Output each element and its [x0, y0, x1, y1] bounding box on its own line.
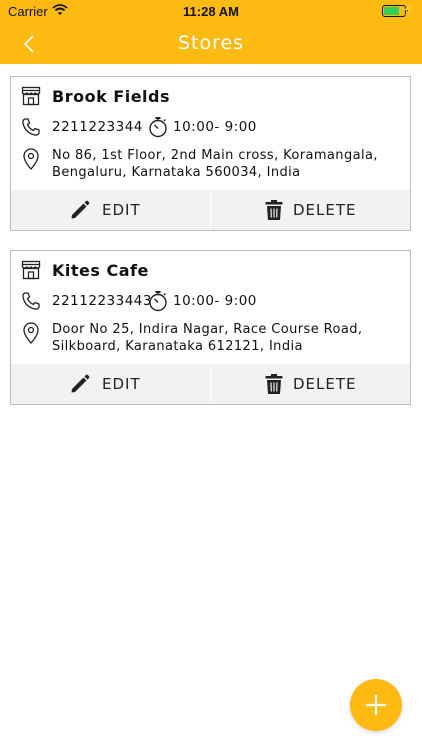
store-name: Kites Cafe — [52, 261, 149, 280]
store-hours: 10:00- 9:00 — [173, 119, 257, 135]
plus-icon — [366, 695, 386, 715]
location-pin-icon — [23, 322, 39, 344]
status-bar: Carrier 11:28 AM ⚡ — [0, 0, 422, 24]
store-icon — [21, 260, 41, 280]
status-time: 11:28 AM — [183, 4, 239, 19]
phone-icon — [22, 292, 40, 310]
pencil-icon — [71, 200, 90, 219]
pencil-icon — [71, 374, 90, 393]
add-store-button[interactable] — [350, 679, 402, 731]
page-title: Stores — [177, 32, 245, 54]
nav-bar: Stores — [0, 24, 422, 64]
edit-label: EDIT — [102, 375, 141, 393]
delete-button[interactable]: DELETE — [210, 190, 410, 230]
store-hours: 10:00- 9:00 — [173, 293, 257, 309]
store-address: No 86, 1st Floor, 2nd Main cross, Korama… — [52, 148, 378, 180]
delete-label: DELETE — [293, 201, 357, 219]
card-actions: EDIT DELETE — [11, 190, 410, 230]
store-address: Door No 25, Indira Nagar, Race Course Ro… — [52, 322, 363, 354]
edit-button[interactable]: EDIT — [11, 190, 210, 230]
stopwatch-icon — [149, 291, 167, 312]
card-actions: EDIT DELETE — [11, 364, 410, 404]
store-icon — [21, 86, 41, 106]
battery-level — [384, 7, 399, 15]
divider — [210, 364, 211, 404]
trash-icon — [265, 200, 283, 220]
stopwatch-icon — [149, 117, 167, 138]
divider — [210, 190, 211, 230]
charging-icon: ⚡ — [402, 4, 416, 16]
store-phone: 2211223344 — [52, 119, 143, 135]
store-card: Brook Fields 2211223344 10:00- 9:00 No 8… — [10, 76, 411, 231]
phone-icon — [22, 118, 40, 136]
trash-icon — [265, 374, 283, 394]
edit-button[interactable]: EDIT — [11, 364, 210, 404]
delete-button[interactable]: DELETE — [210, 364, 410, 404]
edit-label: EDIT — [102, 201, 141, 219]
store-card: Kites Cafe 22112233443 10:00- 9:00 Door … — [10, 250, 411, 405]
store-phone: 22112233443 — [52, 293, 152, 309]
delete-label: DELETE — [293, 375, 357, 393]
store-name: Brook Fields — [52, 87, 171, 106]
location-pin-icon — [23, 148, 39, 170]
